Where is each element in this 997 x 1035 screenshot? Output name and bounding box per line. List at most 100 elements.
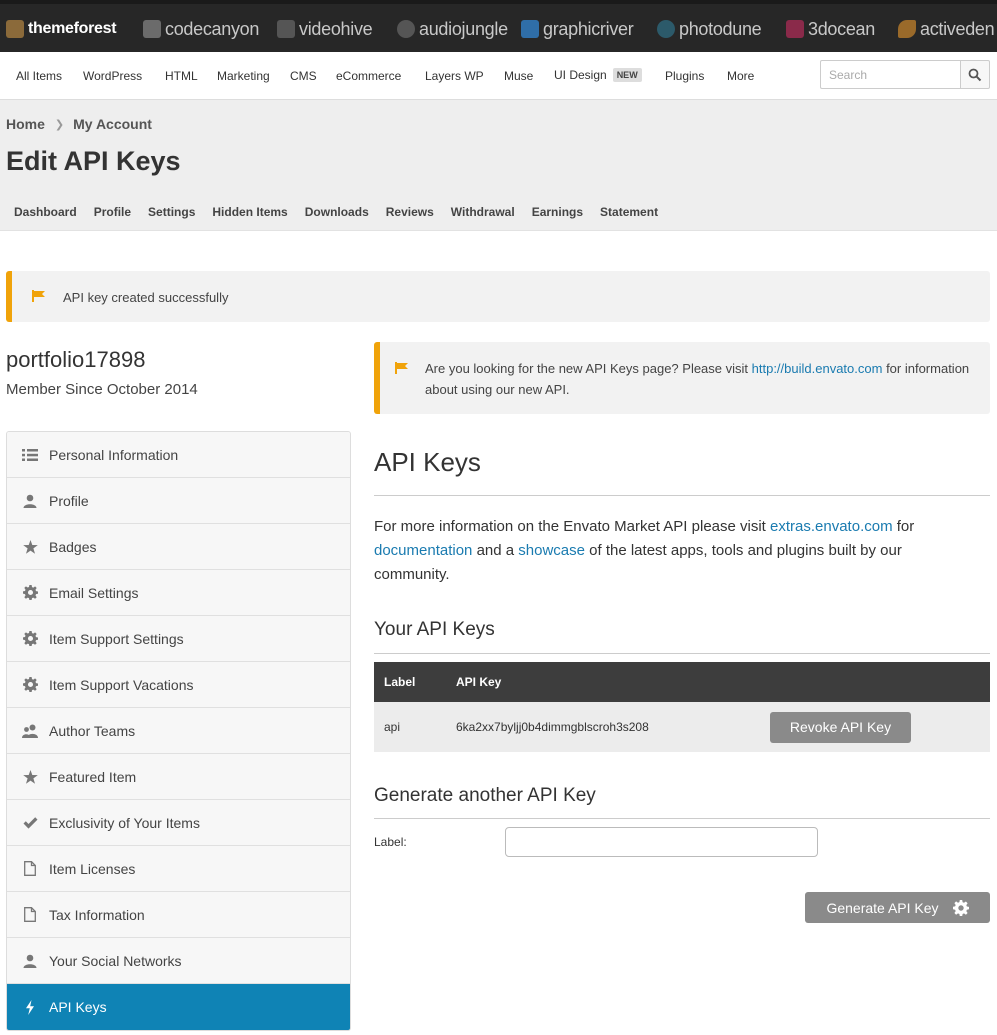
page-title: Edit API Keys bbox=[6, 146, 181, 176]
sidebar-item-label: API Keys bbox=[49, 999, 107, 1015]
list-icon bbox=[22, 447, 38, 463]
success-alert: API key created successfully bbox=[6, 271, 990, 322]
category-more[interactable]: More bbox=[727, 69, 754, 83]
search-input[interactable] bbox=[820, 60, 960, 89]
info-alert-prefix: Are you looking for the new API Keys pag… bbox=[425, 361, 752, 376]
tab-withdrawal[interactable]: Withdrawal bbox=[451, 205, 515, 219]
sidebar-item-social-networks[interactable]: Your Social Networks bbox=[7, 938, 350, 984]
divider bbox=[374, 495, 990, 496]
sidebar-item-label: Item Licenses bbox=[49, 860, 136, 877]
market-audiojungle[interactable]: audiojungle bbox=[397, 16, 508, 42]
sidebar-item-author-teams[interactable]: Author Teams bbox=[7, 708, 350, 754]
sidebar-item-api-keys[interactable]: API Keys bbox=[7, 984, 350, 1030]
success-alert-text: API key created successfully bbox=[63, 290, 229, 305]
member-since: Member Since October 2014 bbox=[6, 381, 198, 398]
api-key-label-cell: api bbox=[374, 702, 446, 752]
divider bbox=[374, 818, 990, 819]
column-header-label: Label bbox=[374, 662, 446, 702]
category-marketing[interactable]: Marketing bbox=[217, 69, 270, 83]
divider bbox=[374, 653, 990, 654]
documentation-link[interactable]: documentation bbox=[374, 542, 472, 559]
tab-dashboard[interactable]: Dashboard bbox=[14, 205, 77, 219]
generate-api-key-button[interactable]: Generate API Key bbox=[805, 892, 990, 923]
file-icon bbox=[22, 861, 38, 877]
column-header-api-key: API Key bbox=[446, 662, 760, 702]
account-tabs: Dashboard Profile Settings Hidden Items … bbox=[14, 205, 675, 219]
sidebar-item-label: Exclusivity of Your Items bbox=[49, 814, 200, 831]
themeforest-logo-icon bbox=[6, 20, 24, 38]
activeden-logo-icon bbox=[898, 20, 916, 38]
photodune-logo-icon bbox=[657, 20, 675, 38]
market-codecanyon[interactable]: codecanyon bbox=[143, 16, 259, 42]
page-header: Home ❯ My Account Edit API Keys Dashboar… bbox=[0, 100, 997, 231]
your-api-keys-title: Your API Keys bbox=[374, 619, 495, 640]
category-html[interactable]: HTML bbox=[165, 69, 198, 83]
category-ecommerce[interactable]: eCommerce bbox=[336, 69, 401, 83]
category-cms[interactable]: CMS bbox=[290, 69, 317, 83]
extras-envato-link[interactable]: extras.envato.com bbox=[770, 518, 893, 535]
api-info-text: and a bbox=[472, 542, 519, 559]
category-all-items[interactable]: All Items bbox=[16, 69, 62, 83]
sidebar-item-label: Profile bbox=[49, 492, 89, 509]
tab-downloads[interactable]: Downloads bbox=[305, 205, 369, 219]
market-themeforest[interactable]: themeforest bbox=[6, 16, 117, 42]
revoke-api-key-button[interactable]: Revoke API Key bbox=[770, 711, 911, 743]
market-bar: themeforest codecanyon videohive audioju… bbox=[0, 0, 997, 52]
sidebar-item-label: Item Support Settings bbox=[49, 630, 184, 647]
sidebar-item-exclusivity[interactable]: Exclusivity of Your Items bbox=[7, 800, 350, 846]
sidebar-item-item-licenses[interactable]: Item Licenses bbox=[7, 846, 350, 892]
breadcrumb-home[interactable]: Home bbox=[6, 116, 45, 132]
graphicriver-logo-icon bbox=[521, 20, 539, 38]
tab-earnings[interactable]: Earnings bbox=[532, 205, 583, 219]
flag-icon bbox=[395, 362, 408, 374]
table-header-row: Label API Key bbox=[374, 662, 990, 702]
chevron-right-icon: ❯ bbox=[54, 118, 65, 131]
flag-icon bbox=[32, 290, 45, 302]
gear-icon bbox=[22, 631, 38, 647]
showcase-link[interactable]: showcase bbox=[518, 542, 585, 559]
search-button[interactable] bbox=[960, 60, 990, 89]
table-row: api 6ka2xx7byljj0b4dimmgblscroh3s208 Rev… bbox=[374, 702, 990, 752]
market-graphicriver[interactable]: graphicriver bbox=[521, 16, 634, 42]
api-key-action-cell: Revoke API Key bbox=[760, 702, 990, 752]
sidebar-item-featured-item[interactable]: Featured Item bbox=[7, 754, 350, 800]
category-plugins[interactable]: Plugins bbox=[665, 69, 704, 83]
sidebar-item-badges[interactable]: Badges bbox=[7, 524, 350, 570]
category-wordpress[interactable]: WordPress bbox=[83, 69, 142, 83]
sidebar-item-profile[interactable]: Profile bbox=[7, 478, 350, 524]
category-ui-design[interactable]: UI Design NEW bbox=[554, 68, 642, 82]
breadcrumb: Home ❯ My Account bbox=[6, 116, 152, 132]
videohive-logo-icon bbox=[277, 20, 295, 38]
sidebar-item-personal-information[interactable]: Personal Information bbox=[7, 432, 350, 478]
build-envato-link[interactable]: http://build.envato.com bbox=[752, 361, 883, 376]
category-muse[interactable]: Muse bbox=[504, 69, 533, 83]
market-3docean[interactable]: 3docean bbox=[786, 16, 875, 42]
check-icon bbox=[22, 815, 38, 831]
tab-reviews[interactable]: Reviews bbox=[386, 205, 434, 219]
sidebar-item-label: Your Social Networks bbox=[49, 952, 182, 969]
market-photodune[interactable]: photodune bbox=[657, 16, 762, 42]
sidebar-item-item-support-vacations[interactable]: Item Support Vacations bbox=[7, 662, 350, 708]
tab-profile[interactable]: Profile bbox=[94, 205, 131, 219]
api-info-paragraph: For more information on the Envato Marke… bbox=[374, 515, 974, 587]
market-activeden[interactable]: activeden bbox=[898, 16, 995, 42]
category-ui-design-label: UI Design bbox=[554, 68, 607, 82]
sidebar-item-label: Item Support Vacations bbox=[49, 676, 194, 693]
sidebar-item-email-settings[interactable]: Email Settings bbox=[7, 570, 350, 616]
api-info-text: for bbox=[892, 518, 915, 535]
tab-settings[interactable]: Settings bbox=[148, 205, 195, 219]
sidebar-item-label: Featured Item bbox=[49, 768, 137, 785]
star-icon bbox=[22, 539, 38, 555]
tab-statement[interactable]: Statement bbox=[600, 205, 658, 219]
search-icon bbox=[968, 68, 982, 81]
sidebar-item-item-support-settings[interactable]: Item Support Settings bbox=[7, 616, 350, 662]
gear-icon bbox=[22, 585, 38, 601]
codecanyon-logo-icon bbox=[143, 20, 161, 38]
3docean-logo-icon bbox=[786, 20, 804, 38]
sidebar-item-tax-information[interactable]: Tax Information bbox=[7, 892, 350, 938]
breadcrumb-current[interactable]: My Account bbox=[73, 116, 152, 132]
category-layers-wp[interactable]: Layers WP bbox=[425, 69, 484, 83]
label-input[interactable] bbox=[505, 827, 818, 857]
market-videohive[interactable]: videohive bbox=[277, 16, 373, 42]
tab-hidden-items[interactable]: Hidden Items bbox=[212, 205, 287, 219]
